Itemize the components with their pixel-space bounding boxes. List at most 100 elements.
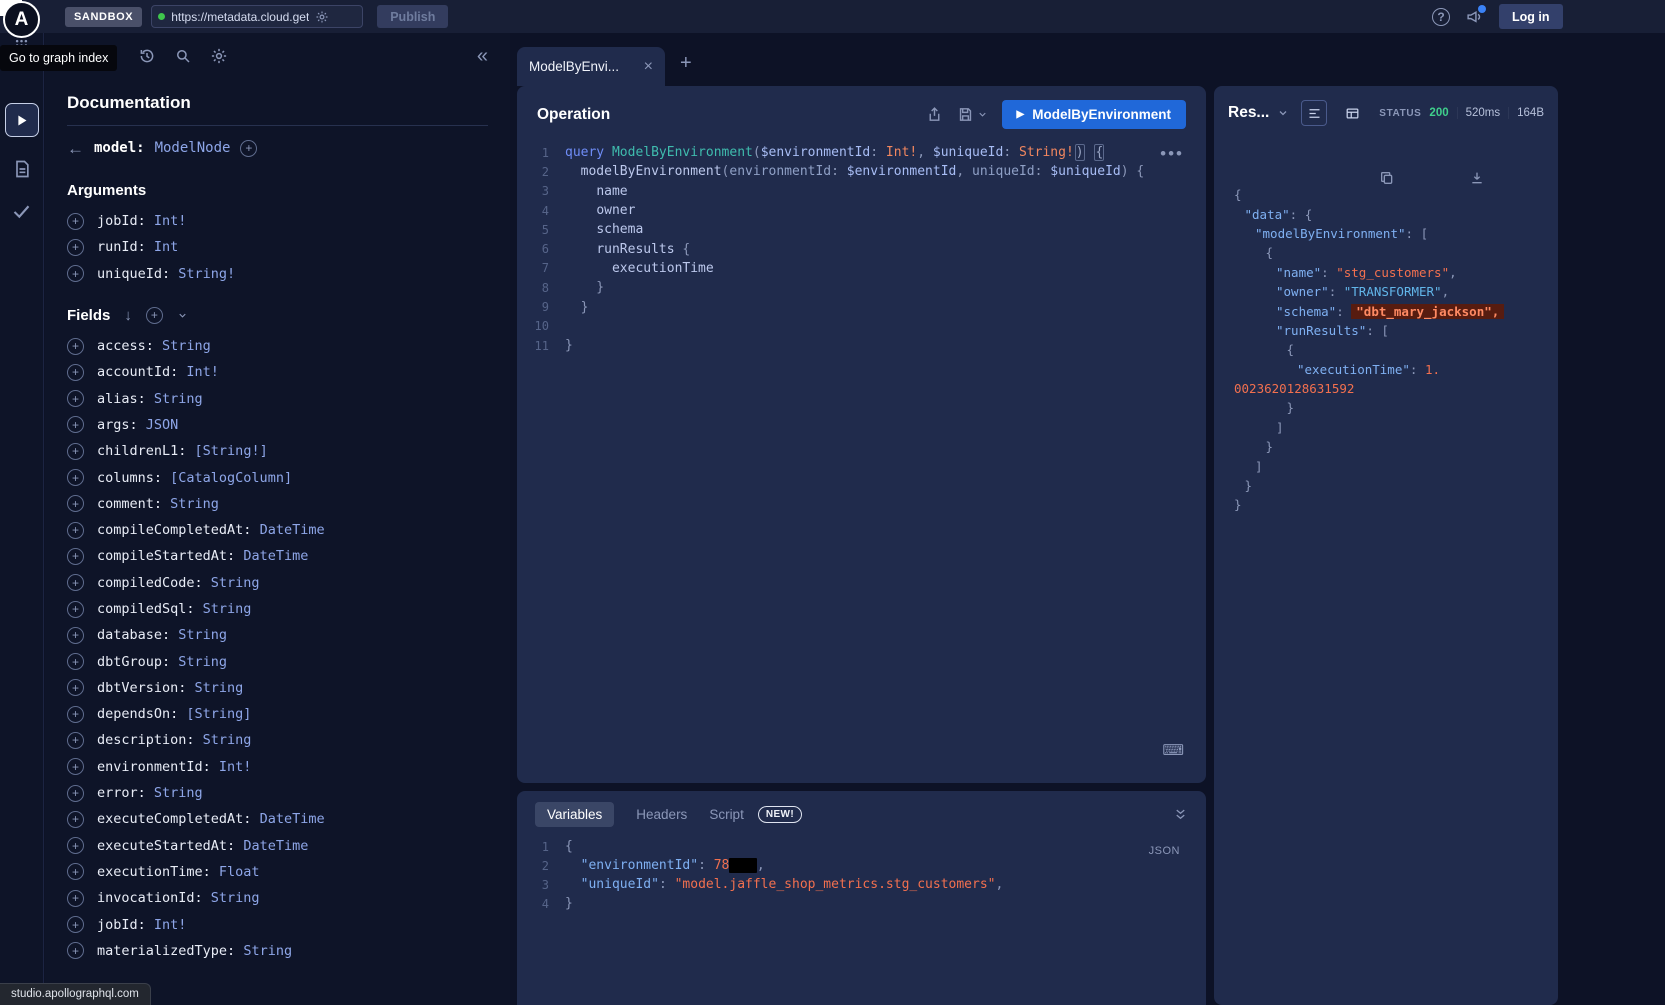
add-to-query-icon[interactable]: + — [67, 364, 84, 381]
schema-icon[interactable] — [12, 159, 32, 179]
variables-editor[interactable]: 1{2 "environmentId": 78 ,3 "uniqueId": "… — [517, 837, 1206, 913]
doc-field-row[interactable]: +compileCompletedAt: DateTime — [67, 517, 488, 543]
field-type[interactable]: String — [203, 601, 252, 617]
field-text[interactable]: jobId: Int! — [97, 917, 186, 933]
history-icon[interactable] — [138, 47, 156, 65]
operation-editor[interactable]: 1query ModelByEnvironment($environmentId… — [517, 143, 1206, 355]
field-type[interactable]: JSON — [146, 417, 179, 433]
doc-field-row[interactable]: + executeCompletedAt: DateTime — [67, 806, 488, 832]
add-icon[interactable]: + — [240, 140, 257, 157]
doc-field-row[interactable]: +error: String — [67, 780, 488, 806]
settings-gear-icon[interactable] — [210, 47, 228, 65]
field-type[interactable]: DateTime — [260, 522, 325, 538]
field-type[interactable]: DateTime — [260, 811, 325, 827]
field-text[interactable]: dependsOn: [String] — [97, 706, 251, 722]
publish-button[interactable]: Publish — [377, 5, 448, 28]
field-type[interactable]: String — [170, 496, 219, 512]
field-text[interactable]: environmentId: Int! — [97, 759, 251, 775]
tab-headers[interactable]: Headers — [636, 807, 687, 822]
doc-field-row[interactable]: +materializedType: String — [67, 938, 488, 964]
field-text[interactable]: materializedType: String — [97, 943, 292, 959]
overflow-menu-icon[interactable]: ••• — [1160, 144, 1184, 164]
add-to-query-icon[interactable]: + — [67, 732, 84, 749]
field-text[interactable]: args: JSON — [97, 417, 178, 433]
field-type[interactable]: String — [195, 680, 244, 696]
field-type[interactable]: String — [178, 627, 227, 643]
add-to-query-icon[interactable]: + — [67, 811, 84, 828]
field-type[interactable]: Int! — [154, 917, 187, 933]
response-title[interactable]: Res... — [1228, 104, 1269, 122]
doc-field-row[interactable]: +columns: [CatalogColumn] — [67, 464, 488, 490]
doc-field-row[interactable]: + jobId: Int! — [67, 208, 488, 234]
field-text[interactable]: compiledSql: String — [97, 601, 251, 617]
field-text[interactable]: childrenL1: [String!] — [97, 443, 268, 459]
format-view-icon[interactable] — [1301, 100, 1327, 126]
add-to-query-icon[interactable]: + — [67, 495, 84, 512]
share-icon[interactable] — [926, 106, 943, 123]
sort-icon[interactable]: ↓ — [124, 308, 132, 323]
announcements-icon[interactable] — [1466, 8, 1483, 25]
field-text[interactable]: executeStartedAt: DateTime — [97, 838, 308, 854]
add-to-query-icon[interactable]: + — [67, 390, 84, 407]
add-to-query-icon[interactable]: + — [67, 916, 84, 933]
add-to-query-icon[interactable]: + — [67, 863, 84, 880]
checks-icon[interactable] — [11, 201, 32, 222]
add-to-query-icon[interactable]: + — [67, 890, 84, 907]
add-to-query-icon[interactable]: + — [67, 213, 84, 230]
doc-field-row[interactable]: +runId: Int — [67, 234, 488, 260]
url-input[interactable]: https://metadata.cloud.get — [151, 5, 363, 28]
doc-field-row[interactable]: +compileStartedAt: DateTime — [67, 543, 488, 569]
doc-field-row[interactable]: + description: String — [67, 727, 488, 753]
field-type[interactable]: Float — [219, 864, 260, 880]
field-type[interactable]: Int! — [219, 759, 252, 775]
doc-field-row[interactable]: + comment: String — [67, 491, 488, 517]
login-button[interactable]: Log in — [1499, 4, 1563, 29]
help-icon[interactable]: ? — [1432, 8, 1450, 26]
field-text[interactable]: executeCompletedAt: DateTime — [97, 811, 325, 827]
doc-field-row[interactable]: + alias: String — [67, 385, 488, 411]
download-icon[interactable] — [1469, 140, 1544, 216]
field-text[interactable]: uniqueId: String! — [97, 266, 235, 282]
add-to-query-icon[interactable]: + — [67, 416, 84, 433]
add-to-query-icon[interactable]: + — [67, 758, 84, 775]
add-to-query-icon[interactable]: + — [67, 574, 84, 591]
field-type[interactable]: [String!] — [195, 443, 268, 459]
add-to-query-icon[interactable]: + — [67, 265, 84, 282]
field-text[interactable]: columns: [CatalogColumn] — [97, 470, 292, 486]
add-to-query-icon[interactable]: + — [67, 548, 84, 565]
chevron-down-icon[interactable] — [977, 109, 988, 120]
field-type[interactable]: [String] — [186, 706, 251, 722]
field-text[interactable]: access: String — [97, 338, 211, 354]
copy-icon[interactable] — [1379, 140, 1454, 216]
add-to-query-icon[interactable]: + — [67, 679, 84, 696]
collapse-panel-icon[interactable] — [1173, 807, 1188, 822]
chevron-down-icon[interactable] — [177, 310, 188, 321]
tab-variables[interactable]: Variables — [535, 802, 614, 827]
add-to-query-icon[interactable]: + — [67, 239, 84, 256]
doc-field-row[interactable]: + executeStartedAt: DateTime — [67, 833, 488, 859]
doc-field-row[interactable]: +accountId: Int! — [67, 359, 488, 385]
field-text[interactable]: alias: String — [97, 391, 203, 407]
field-type[interactable]: String! — [178, 266, 235, 282]
field-type[interactable]: Int! — [154, 213, 187, 229]
field-type[interactable]: String — [203, 732, 252, 748]
save-icon[interactable] — [957, 106, 974, 123]
field-type[interactable]: String — [211, 575, 260, 591]
add-to-query-icon[interactable]: + — [67, 522, 84, 539]
field-type[interactable]: String — [154, 391, 203, 407]
field-type[interactable]: DateTime — [243, 548, 308, 564]
field-text[interactable]: invocationId: String — [97, 890, 260, 906]
new-tab-icon[interactable]: + — [680, 53, 692, 73]
doc-field-row[interactable]: +childrenL1: [String!] — [67, 438, 488, 464]
keyboard-shortcuts-icon[interactable]: ⌨ — [1162, 741, 1184, 759]
field-text[interactable]: compiledCode: String — [97, 575, 260, 591]
doc-field-row[interactable]: +dbtGroup: String — [67, 648, 488, 674]
field-type[interactable]: Int! — [186, 364, 219, 380]
field-text[interactable]: jobId: Int! — [97, 213, 186, 229]
doc-field-row[interactable]: + args: JSON — [67, 412, 488, 438]
field-text[interactable]: comment: String — [97, 496, 219, 512]
field-text[interactable]: description: String — [97, 732, 251, 748]
field-type[interactable]: String — [211, 890, 260, 906]
doc-field-row[interactable]: +dependsOn: [String] — [67, 701, 488, 727]
add-to-query-icon[interactable]: + — [67, 837, 84, 854]
